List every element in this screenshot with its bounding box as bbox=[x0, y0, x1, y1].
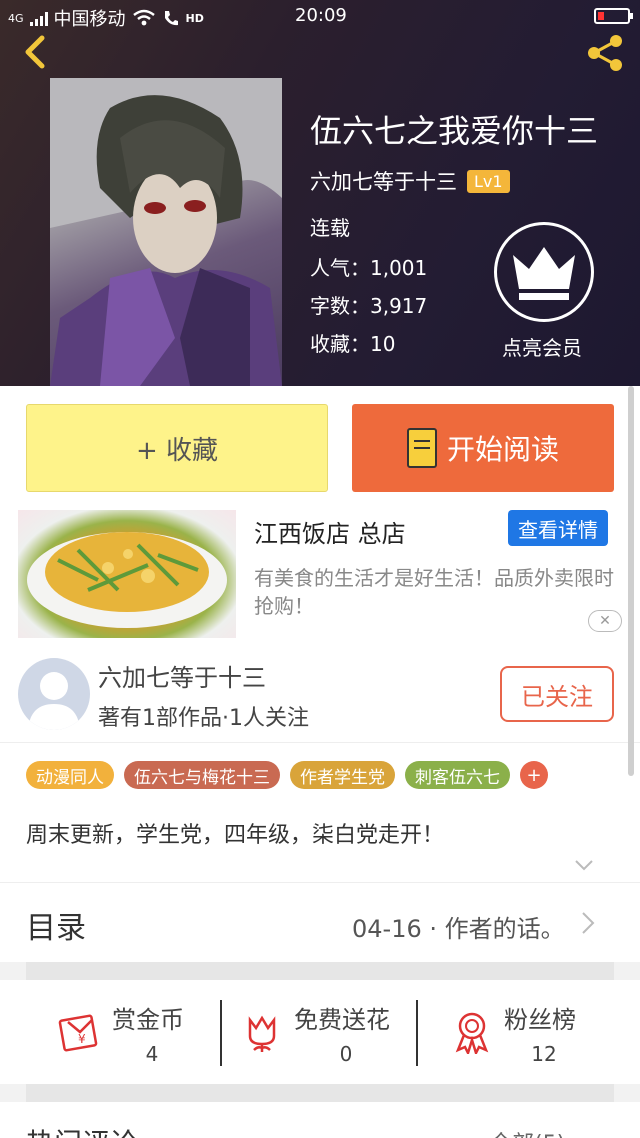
start-reading-label: 开始阅读 bbox=[446, 433, 559, 466]
wifi-icon bbox=[132, 9, 155, 26]
hot-comments-title: 热门评论 bbox=[26, 1122, 138, 1138]
free-flower-value: 0 bbox=[339, 1042, 353, 1066]
collect-button[interactable]: + 收藏 bbox=[26, 404, 328, 492]
vip-crown-button[interactable] bbox=[494, 222, 594, 322]
toc-title: 目录 bbox=[26, 911, 86, 946]
back-arrow-icon[interactable] bbox=[16, 32, 56, 72]
comic-cover-image[interactable] bbox=[50, 78, 282, 386]
chevron-down-icon[interactable] bbox=[574, 855, 594, 875]
comic-header: 4G 中国移动 HD 20:09 伍六七之我爱你十三 六加七等于十三 Lv1 连… bbox=[0, 0, 640, 386]
signal-icon bbox=[29, 10, 48, 26]
reward-coins-label: 赏金币 bbox=[112, 1006, 184, 1034]
free-flower-label: 免费送花 bbox=[294, 1006, 390, 1034]
ad-close-icon[interactable]: ✕ bbox=[588, 610, 622, 632]
chevron-right-icon bbox=[582, 912, 595, 934]
hd-indicator: HD bbox=[185, 11, 204, 25]
default-avatar-icon bbox=[28, 672, 80, 730]
network-type: 4G bbox=[8, 11, 24, 25]
fan-ranking-value: 12 bbox=[531, 1042, 557, 1066]
tag-list: 动漫同人 伍六七与梅花十三 作者学生党 刺客伍六七 + bbox=[26, 761, 548, 789]
favorites-stat: 收藏：10 bbox=[310, 332, 396, 356]
free-flower-stat[interactable]: 免费送花 0 bbox=[240, 1000, 410, 1070]
ad-banner[interactable]: 江西饭店 总店 查看详情 有美食的生活才是好生活！品质外卖限时抢购！ ✕ bbox=[0, 506, 640, 646]
flower-icon bbox=[248, 1015, 276, 1052]
comic-description: 周末更新，学生党，四年级，柒白党走开！ bbox=[26, 823, 445, 848]
fan-ranking-stat[interactable]: 粉丝榜 12 bbox=[450, 1000, 600, 1070]
tag-chip[interactable]: 作者学生党 bbox=[290, 761, 395, 789]
reward-coins-value: 4 bbox=[145, 1042, 159, 1066]
ad-description: 有美食的生活才是好生活！品质外卖限时抢购！ bbox=[254, 566, 614, 618]
cover-illustration bbox=[50, 78, 282, 386]
book-icon bbox=[406, 428, 437, 468]
tag-chip[interactable]: 动漫同人 bbox=[26, 761, 114, 789]
status-bar: 4G 中国移动 HD 20:09 bbox=[0, 0, 640, 32]
latest-chapter: 04-16 · 作者的话。 bbox=[352, 915, 565, 943]
coin-envelope-icon: ¥ bbox=[58, 1014, 98, 1052]
phone-icon bbox=[164, 11, 178, 26]
popularity-stat: 人气：1,001 bbox=[310, 256, 428, 280]
fan-ranking-label: 粉丝榜 bbox=[504, 1006, 576, 1034]
table-of-contents-row[interactable]: 目录 04-16 · 作者的话。 bbox=[0, 882, 640, 962]
avatar[interactable] bbox=[18, 658, 90, 730]
hot-comments-header[interactable]: 热门评论 全部(5) bbox=[0, 1102, 640, 1138]
divider bbox=[416, 1000, 418, 1066]
level-badge: Lv1 bbox=[467, 169, 510, 193]
vip-label[interactable]: 点亮会员 bbox=[502, 332, 582, 361]
author-name[interactable]: 六加七等于十三 bbox=[310, 166, 457, 196]
author-row: 六加七等于十三 Lv1 bbox=[310, 166, 510, 196]
all-comments-link[interactable]: 全部(5) bbox=[490, 1126, 565, 1138]
add-tag-button[interactable]: + bbox=[520, 761, 548, 789]
follow-button[interactable]: 已关注 bbox=[500, 666, 614, 722]
tags-description-section: 动漫同人 伍六七与梅花十三 作者学生党 刺客伍六七 + 周末更新，学生党，四年级… bbox=[0, 742, 640, 882]
word-count-stat: 字数：3,917 bbox=[310, 294, 428, 318]
share-icon[interactable] bbox=[582, 30, 628, 76]
serial-status: 连载 bbox=[310, 216, 350, 240]
scrollbar[interactable] bbox=[628, 386, 634, 776]
ad-food-image[interactable] bbox=[18, 510, 236, 638]
divider bbox=[220, 1000, 222, 1066]
author-card-subtitle: 著有1部作品·1人关注 bbox=[98, 706, 309, 731]
section-divider bbox=[26, 962, 614, 980]
section-divider bbox=[26, 1084, 614, 1102]
tag-chip[interactable]: 刺客伍六七 bbox=[405, 761, 510, 789]
medal-icon bbox=[455, 1012, 489, 1054]
crown-icon bbox=[513, 247, 575, 300]
reward-coins-stat[interactable]: ¥ 赏金币 4 bbox=[58, 1000, 208, 1070]
clock: 20:09 bbox=[295, 5, 347, 26]
start-reading-button[interactable]: 开始阅读 bbox=[352, 404, 614, 492]
svg-text:¥: ¥ bbox=[78, 1032, 86, 1046]
comic-title: 伍六七之我爱你十三 bbox=[310, 112, 599, 150]
ad-title[interactable]: 江西饭店 总店 bbox=[254, 514, 406, 549]
author-card-name[interactable]: 六加七等于十三 bbox=[98, 658, 266, 693]
ad-details-button[interactable]: 查看详情 bbox=[508, 510, 608, 546]
stats-row: ¥ 赏金币 4 免费送花 0 粉丝榜 12 bbox=[0, 980, 640, 1084]
battery-icon bbox=[594, 8, 633, 24]
tag-chip[interactable]: 伍六七与梅花十三 bbox=[124, 761, 280, 789]
action-bar: + 收藏 开始阅读 bbox=[0, 386, 640, 506]
author-card[interactable]: 六加七等于十三 著有1部作品·1人关注 已关注 bbox=[0, 646, 640, 742]
carrier-name: 中国移动 bbox=[53, 9, 126, 30]
